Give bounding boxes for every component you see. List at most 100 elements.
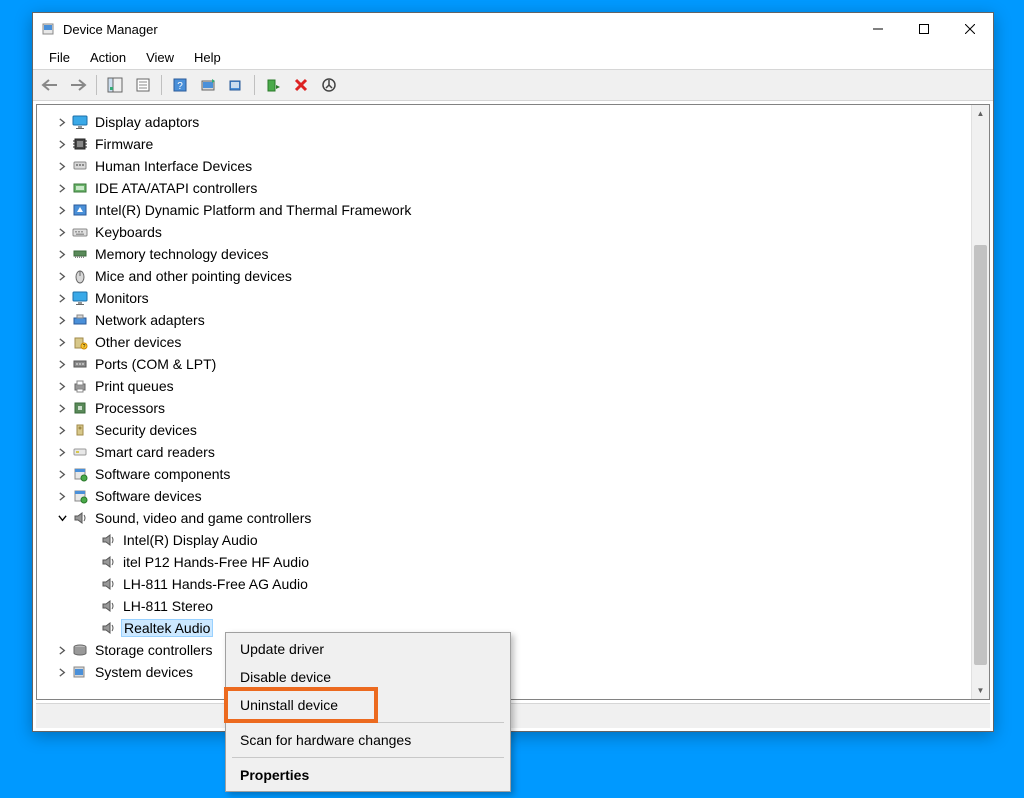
smartcard-icon xyxy=(71,444,89,460)
context-menu-item[interactable]: Update driver xyxy=(228,635,508,663)
speaker-icon xyxy=(99,598,117,614)
scroll-up-button[interactable]: ▲ xyxy=(972,105,989,122)
category-node[interactable]: Monitors xyxy=(45,287,972,309)
expand-icon[interactable] xyxy=(55,357,69,371)
category-node[interactable]: Other devices xyxy=(45,331,972,353)
forward-button[interactable] xyxy=(65,72,91,98)
menu-file[interactable]: File xyxy=(39,48,80,67)
node-label: System devices xyxy=(93,664,195,680)
category-node[interactable]: Processors xyxy=(45,397,972,419)
category-node[interactable]: IDE ATA/ATAPI controllers xyxy=(45,177,972,199)
monitor-icon xyxy=(71,114,89,130)
expand-icon[interactable] xyxy=(55,137,69,151)
expand-icon[interactable] xyxy=(55,489,69,503)
expand-icon[interactable] xyxy=(55,335,69,349)
disable-device-button[interactable] xyxy=(316,72,342,98)
expand-icon[interactable] xyxy=(55,379,69,393)
scroll-thumb[interactable] xyxy=(974,245,987,665)
category-node[interactable]: Firmware xyxy=(45,133,972,155)
expand-icon xyxy=(83,621,97,635)
node-label: Security devices xyxy=(93,422,199,438)
thermal-icon xyxy=(71,202,89,218)
device-node[interactable]: itel P12 Hands-Free HF Audio xyxy=(45,551,972,573)
scroll-down-button[interactable]: ▼ xyxy=(972,682,989,699)
category-node[interactable]: Display adaptors xyxy=(45,111,972,133)
help-button[interactable]: ? xyxy=(167,72,193,98)
speaker-icon xyxy=(71,510,89,526)
expand-icon[interactable] xyxy=(55,159,69,173)
expand-icon[interactable] xyxy=(55,445,69,459)
memory-icon xyxy=(71,246,89,262)
menu-action[interactable]: Action xyxy=(80,48,136,67)
node-label: IDE ATA/ATAPI controllers xyxy=(93,180,259,196)
expand-icon[interactable] xyxy=(55,115,69,129)
expand-icon[interactable] xyxy=(55,665,69,679)
uninstall-device-button[interactable] xyxy=(288,72,314,98)
expand-icon[interactable] xyxy=(55,203,69,217)
menu-help[interactable]: Help xyxy=(184,48,231,67)
software-icon xyxy=(71,488,89,504)
menu-view[interactable]: View xyxy=(136,48,184,67)
minimize-button[interactable] xyxy=(855,13,901,45)
expand-icon[interactable] xyxy=(55,423,69,437)
context-menu-item[interactable]: Properties xyxy=(228,761,508,789)
scan-hardware-button[interactable] xyxy=(195,72,221,98)
category-node[interactable]: Mice and other pointing devices xyxy=(45,265,972,287)
vertical-scrollbar[interactable]: ▲ ▼ xyxy=(971,105,989,699)
chip-icon xyxy=(71,136,89,152)
device-node[interactable]: Intel(R) Display Audio xyxy=(45,529,972,551)
node-label: Monitors xyxy=(93,290,151,306)
node-label: Print queues xyxy=(93,378,176,394)
enable-device-button[interactable] xyxy=(260,72,286,98)
category-node[interactable]: Software devices xyxy=(45,485,972,507)
menubar: File Action View Help xyxy=(33,45,993,70)
back-button[interactable] xyxy=(37,72,63,98)
category-node[interactable]: Print queues xyxy=(45,375,972,397)
collapse-icon[interactable] xyxy=(55,511,69,525)
context-menu-item[interactable]: Scan for hardware changes xyxy=(228,726,508,754)
device-tree[interactable]: Display adaptorsFirmwareHuman Interface … xyxy=(37,105,972,699)
expand-icon[interactable] xyxy=(55,225,69,239)
close-button[interactable] xyxy=(947,13,993,45)
context-menu-item[interactable]: Disable device xyxy=(228,663,508,691)
category-node[interactable]: Intel(R) Dynamic Platform and Thermal Fr… xyxy=(45,199,972,221)
expand-icon[interactable] xyxy=(55,643,69,657)
expand-icon[interactable] xyxy=(55,269,69,283)
category-node[interactable]: Ports (COM & LPT) xyxy=(45,353,972,375)
speaker-icon xyxy=(99,576,117,592)
category-node[interactable]: Network adapters xyxy=(45,309,972,331)
context-menu-item[interactable]: Uninstall device xyxy=(228,691,508,719)
device-node[interactable]: LH-811 Stereo xyxy=(45,595,972,617)
device-node[interactable]: LH-811 Hands-Free AG Audio xyxy=(45,573,972,595)
expand-icon[interactable] xyxy=(55,247,69,261)
expand-icon[interactable] xyxy=(55,181,69,195)
category-node[interactable]: Sound, video and game controllers xyxy=(45,507,972,529)
speaker-icon xyxy=(99,620,117,636)
toolbar-separator xyxy=(96,75,97,95)
category-node[interactable]: Keyboards xyxy=(45,221,972,243)
hid-icon xyxy=(71,158,89,174)
category-node[interactable]: Security devices xyxy=(45,419,972,441)
show-hide-tree-button[interactable] xyxy=(102,72,128,98)
properties-button[interactable] xyxy=(130,72,156,98)
toolbar-separator xyxy=(161,75,162,95)
node-label: Software components xyxy=(93,466,232,482)
expand-icon[interactable] xyxy=(55,291,69,305)
category-node[interactable]: Software components xyxy=(45,463,972,485)
node-label: Storage controllers xyxy=(93,642,215,658)
category-node[interactable]: Smart card readers xyxy=(45,441,972,463)
maximize-button[interactable] xyxy=(901,13,947,45)
expand-icon xyxy=(83,577,97,591)
node-label: Other devices xyxy=(93,334,183,350)
category-node[interactable]: Human Interface Devices xyxy=(45,155,972,177)
statusbar xyxy=(36,703,990,728)
category-node[interactable]: Memory technology devices xyxy=(45,243,972,265)
expand-icon[interactable] xyxy=(55,401,69,415)
expand-icon[interactable] xyxy=(55,467,69,481)
device-tree-container: Display adaptorsFirmwareHuman Interface … xyxy=(36,104,990,700)
update-driver-button[interactable] xyxy=(223,72,249,98)
expand-icon[interactable] xyxy=(55,313,69,327)
toolbar: ? xyxy=(33,70,993,101)
app-icon xyxy=(41,21,57,37)
expand-icon xyxy=(83,555,97,569)
